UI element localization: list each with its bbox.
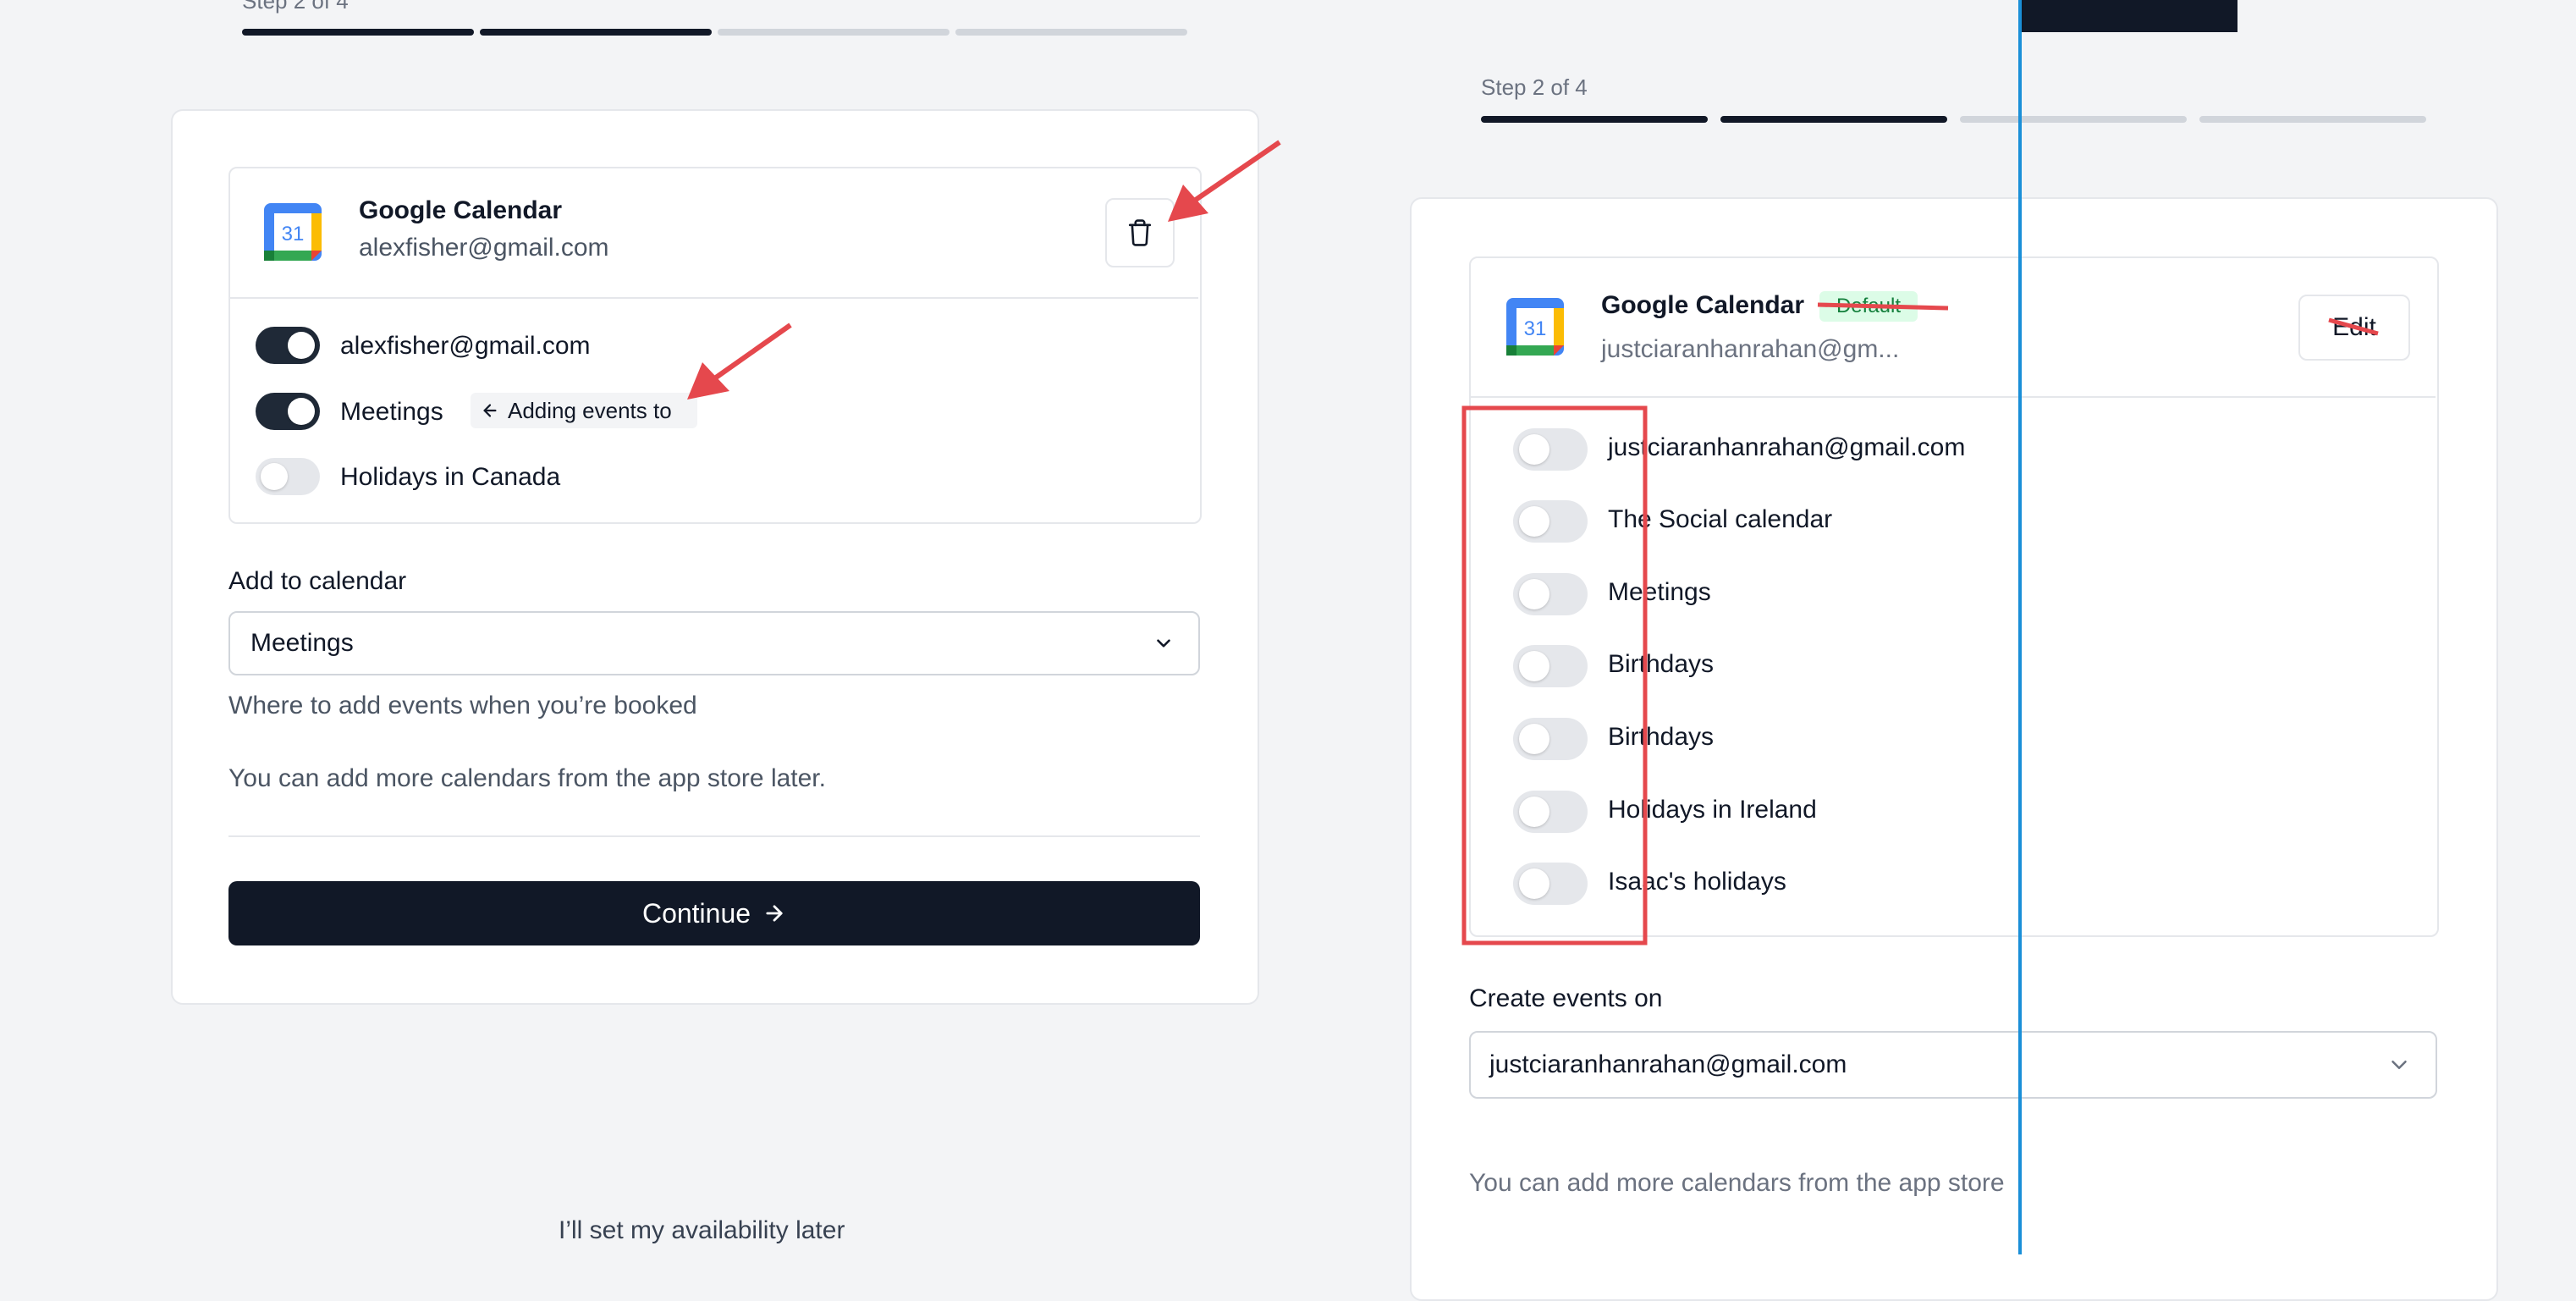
- arrow-left-icon: [483, 404, 497, 417]
- left-step-label: Step 2 of 4: [242, 0, 349, 14]
- calendar-toggle[interactable]: [256, 393, 320, 430]
- adding-events-badge-label: Adding events to: [508, 397, 672, 423]
- add-to-calendar-value: Meetings: [250, 629, 354, 657]
- progress-segment-2: [480, 29, 712, 36]
- chevron-down-icon: [1157, 639, 1170, 648]
- toggle-knob: [1519, 868, 1549, 899]
- toggle-knob: [1519, 724, 1549, 754]
- google-calendar-icon: 31: [264, 203, 322, 261]
- toggle-knob: [1519, 579, 1549, 609]
- arrow-right-icon: [766, 905, 783, 922]
- calendar-toggle[interactable]: [1513, 645, 1588, 687]
- remove-integration-button[interactable]: [1105, 198, 1175, 267]
- calendar-label: Birthdays: [1608, 650, 1715, 678]
- calendar-toggle[interactable]: [1513, 863, 1588, 905]
- right-integration-account: justciaranhanrahan@gm...: [1601, 335, 1900, 363]
- create-events-select[interactable]: justciaranhanrahan@gmail.com: [1469, 1031, 2437, 1099]
- edit-button[interactable]: Edit: [2298, 295, 2410, 361]
- calendar-toggle[interactable]: [1513, 428, 1588, 471]
- calendar-toggle[interactable]: [1513, 718, 1588, 760]
- calendar-toggle[interactable]: [1513, 573, 1588, 615]
- progress-segment-3: [1960, 116, 2187, 123]
- calendar-toggle[interactable]: [256, 327, 320, 364]
- add-to-calendar-label: Add to calendar: [228, 567, 407, 595]
- adding-events-badge: Adding events to: [471, 393, 697, 428]
- right-more-calendars-text: You can add more calendars from the app …: [1469, 1169, 2005, 1197]
- calendar-label: Meetings: [340, 398, 443, 426]
- right-step-label: Step 2 of 4: [1481, 74, 1588, 100]
- svg-text:31: 31: [282, 223, 305, 245]
- skip-availability-link[interactable]: I’ll set my availability later: [559, 1216, 845, 1245]
- progress-segment-3: [718, 29, 949, 36]
- toggle-knob: [1519, 651, 1549, 681]
- calendar-label: Meetings: [1608, 578, 1711, 606]
- right-integration-title: Google Calendar: [1601, 291, 1805, 319]
- calendar-label: The Social calendar: [1608, 505, 1833, 533]
- create-events-value: justciaranhanrahan@gmail.com: [1489, 1050, 1847, 1078]
- toggle-knob: [1519, 434, 1549, 465]
- progress-segment-1: [242, 29, 474, 36]
- calendar-label: Isaac's holidays: [1608, 868, 1786, 896]
- left-integration-divider: [230, 297, 1198, 299]
- toggle-knob: [288, 332, 315, 359]
- chevron-down-icon: [2392, 1061, 2407, 1069]
- top-dark-block: [2019, 0, 2237, 32]
- calendar-label: justciaranhanrahan@gmail.com: [1608, 433, 1966, 461]
- toggle-knob: [261, 463, 288, 490]
- calendar-label: alexfisher@gmail.com: [340, 332, 591, 360]
- left-integration-title: Google Calendar: [359, 196, 563, 224]
- continue-label: Continue: [641, 897, 751, 929]
- right-integration-divider: [1471, 396, 2436, 398]
- progress-segment-1: [1481, 116, 1708, 123]
- create-events-label: Create events on: [1469, 984, 1663, 1012]
- calendar-toggle[interactable]: [1513, 791, 1588, 833]
- toggle-knob: [1519, 506, 1549, 537]
- left-footer-divider: [228, 835, 1200, 837]
- calendar-toggle[interactable]: [1513, 500, 1588, 543]
- trash-icon: [1128, 219, 1152, 246]
- calendar-label: Holidays in Ireland: [1608, 796, 1817, 824]
- progress-segment-4: [955, 29, 1187, 36]
- toggle-knob: [1519, 797, 1549, 827]
- calendar-label: Birthdays: [1608, 723, 1715, 751]
- default-badge: Default: [1819, 291, 1918, 322]
- google-calendar-icon: 31: [1506, 298, 1564, 356]
- calendar-toggle[interactable]: [256, 458, 320, 495]
- progress-segment-4: [2199, 116, 2426, 123]
- left-integration-account: alexfisher@gmail.com: [359, 234, 609, 262]
- add-to-calendar-hint: Where to add events when you’re booked: [228, 692, 697, 719]
- svg-text:31: 31: [1524, 317, 1547, 340]
- continue-button[interactable]: Continue: [228, 881, 1200, 945]
- add-to-calendar-select[interactable]: Meetings: [228, 611, 1200, 675]
- toggle-knob: [288, 398, 315, 425]
- calendar-label: Holidays in Canada: [340, 463, 561, 491]
- more-calendars-text: You can add more calendars from the app …: [228, 764, 826, 792]
- progress-segment-2: [1720, 116, 1947, 123]
